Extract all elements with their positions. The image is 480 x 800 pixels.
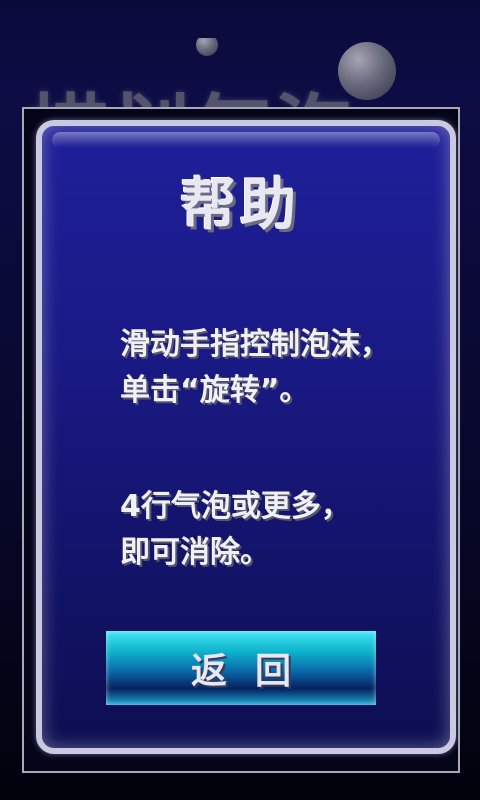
decorative-bubble <box>338 42 396 100</box>
help-title: 帮助 <box>180 173 300 238</box>
back-button-label: 返回 <box>190 651 319 692</box>
back-button[interactable]: 返回 <box>106 631 376 705</box>
help-instructions-controls: 滑动手指控制泡沫， 单击“旋转”。 <box>120 322 420 414</box>
decorative-bubble <box>196 38 218 56</box>
help-line: 即可消除。 <box>120 535 270 570</box>
help-instructions-clear: 4行气泡或更多， 即可消除。 <box>120 484 420 576</box>
help-line: 4行气泡或更多， <box>120 489 351 524</box>
help-line: 滑动手指控制泡沫， <box>120 327 390 362</box>
help-line: 单击“旋转”。 <box>120 373 310 408</box>
